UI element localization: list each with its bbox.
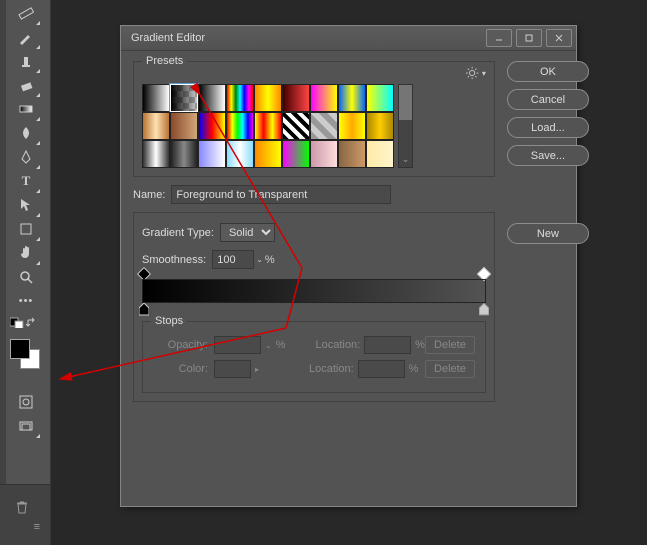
opacity-input <box>214 336 261 354</box>
gradient-tool[interactable] <box>14 98 38 120</box>
stops-label: Stops <box>151 315 187 327</box>
save-button[interactable]: Save... <box>507 145 589 166</box>
scroll-arrow-down-icon[interactable]: ⌄ <box>399 154 412 165</box>
ruler-tool[interactable] <box>14 2 38 24</box>
load-button[interactable]: Load... <box>507 117 589 138</box>
color-stop-right[interactable] <box>479 303 489 316</box>
preset-swatch[interactable] <box>198 112 226 140</box>
preset-swatch[interactable] <box>282 84 310 112</box>
screenmode-tool[interactable] <box>14 415 38 437</box>
preset-swatch[interactable] <box>338 84 366 112</box>
stamp-tool[interactable] <box>14 50 38 72</box>
preset-swatch[interactable] <box>310 140 338 168</box>
presets-scrollbar[interactable]: ⌄ <box>398 84 413 168</box>
scroll-thumb[interactable] <box>399 85 412 120</box>
preset-swatch[interactable] <box>254 112 282 140</box>
color-label: Color: <box>153 363 208 375</box>
preset-swatch[interactable] <box>366 84 394 112</box>
close-button[interactable] <box>546 29 572 47</box>
preset-swatch[interactable] <box>170 140 198 168</box>
more-tools[interactable]: ••• <box>14 290 38 312</box>
gradient-bar[interactable] <box>142 279 486 303</box>
shape-tool[interactable] <box>14 218 38 240</box>
path-select-tool[interactable] <box>14 194 38 216</box>
quickmask-tool[interactable] <box>14 391 38 413</box>
smudge-tool[interactable] <box>14 122 38 144</box>
preset-swatch[interactable] <box>310 112 338 140</box>
preset-swatch[interactable] <box>142 140 170 168</box>
smoothness-input[interactable] <box>212 250 254 269</box>
gradient-type-select[interactable]: Solid <box>220 223 275 242</box>
color-delete-button: Delete <box>425 360 475 378</box>
preset-swatch[interactable] <box>282 112 310 140</box>
trash-icon[interactable] <box>14 499 30 515</box>
percent-label: % <box>265 254 275 266</box>
cancel-button[interactable]: Cancel <box>507 89 589 110</box>
opacity-stop-right[interactable] <box>479 269 489 279</box>
brush-tool[interactable] <box>14 26 38 48</box>
vertical-toolbar: T ••• <box>0 0 51 545</box>
preset-swatch[interactable] <box>310 84 338 112</box>
preset-swatch[interactable] <box>142 112 170 140</box>
preset-swatch[interactable] <box>254 84 282 112</box>
name-label: Name: <box>133 189 165 201</box>
preset-swatch[interactable] <box>282 140 310 168</box>
default-colors-icon[interactable] <box>10 316 50 331</box>
new-button[interactable]: New <box>507 223 589 244</box>
presets-label: Presets <box>142 55 187 67</box>
color-swatches[interactable] <box>10 339 40 369</box>
gradient-bar-area <box>142 279 486 303</box>
panel-menu-icon[interactable]: ≡ <box>34 521 40 533</box>
gear-icon[interactable] <box>466 66 480 80</box>
color-swatch-input <box>214 360 251 378</box>
preset-swatch[interactable] <box>226 112 254 140</box>
preset-swatch[interactable] <box>338 112 366 140</box>
opacity-stop-left[interactable] <box>139 269 149 279</box>
preset-swatch[interactable] <box>170 112 198 140</box>
gradient-editor-dialog: Gradient Editor Presets ▾ ⌄ <box>120 25 577 507</box>
opacity-delete-button: Delete <box>425 336 475 354</box>
location-label-2: Location: <box>309 363 354 375</box>
zoom-tool[interactable] <box>14 266 38 288</box>
preset-swatch[interactable] <box>338 140 366 168</box>
color-stop-left[interactable] <box>139 303 149 316</box>
stops-fieldset: Stops Opacity: ⌄ % Location: % Delete Co… <box>142 321 486 393</box>
preset-swatch[interactable] <box>226 84 254 112</box>
dialog-title: Gradient Editor <box>131 32 482 44</box>
gradient-type-label: Gradient Type: <box>142 227 214 239</box>
text-tool[interactable]: T <box>14 170 38 192</box>
presets-fieldset: Presets ▾ ⌄ <box>133 61 495 177</box>
location-label-1: Location: <box>315 339 360 351</box>
color-location-input <box>358 360 405 378</box>
eraser-tool[interactable] <box>14 74 38 96</box>
chevron-down-icon[interactable]: ⌄ <box>256 255 263 264</box>
opacity-label: Opacity: <box>153 339 208 351</box>
preset-swatch[interactable] <box>226 140 254 168</box>
preset-swatch[interactable] <box>366 112 394 140</box>
preset-swatch[interactable] <box>142 84 170 112</box>
gradient-settings-fieldset: Gradient Type: Solid Smoothness: ⌄ % <box>133 212 495 402</box>
preset-swatch[interactable] <box>170 84 198 112</box>
bottom-panel: ≡ <box>0 484 50 545</box>
preset-swatch[interactable] <box>198 140 226 168</box>
opacity-location-input <box>364 336 411 354</box>
minimize-button[interactable] <box>486 29 512 47</box>
maximize-button[interactable] <box>516 29 542 47</box>
pen-tool[interactable] <box>14 146 38 168</box>
preset-swatch[interactable] <box>198 84 226 112</box>
ok-button[interactable]: OK <box>507 61 589 82</box>
titlebar: Gradient Editor <box>121 26 576 51</box>
preset-swatch[interactable] <box>254 140 282 168</box>
foreground-color-swatch[interactable] <box>10 339 30 359</box>
hand-tool[interactable] <box>14 242 38 264</box>
preset-swatch[interactable] <box>366 140 394 168</box>
preset-grid <box>142 84 394 168</box>
smoothness-label: Smoothness: <box>142 254 206 266</box>
name-input[interactable] <box>171 185 391 204</box>
